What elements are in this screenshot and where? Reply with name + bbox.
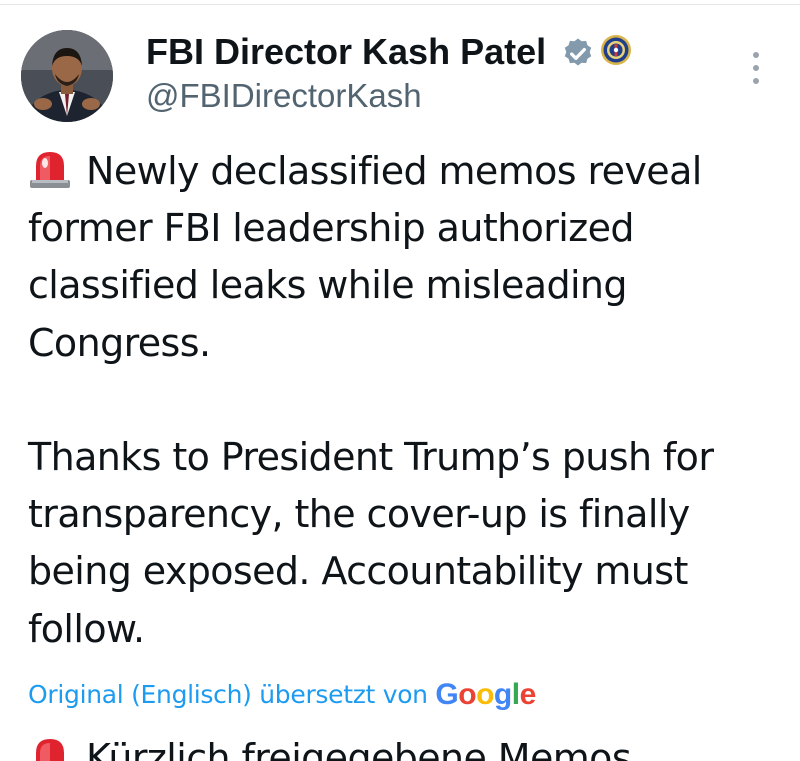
tweet-text-line: Thanks to President Trump’s push for <box>28 434 714 479</box>
tweet-text: Newly declassified memos reveal former F… <box>28 143 788 658</box>
tweet-text-line: transparency, the cover-up is finally <box>28 492 690 537</box>
translation-label: Original (Englisch) übersetzt von <box>28 680 428 709</box>
translation-attribution-link[interactable]: Original (Englisch) übersetzt von Google <box>28 677 536 713</box>
siren-icon <box>30 152 70 188</box>
avatar-image <box>21 30 113 122</box>
google-logo: Google <box>435 678 536 711</box>
tweet-text-line: being exposed. Accountability must <box>28 549 688 594</box>
verified-badge-icon <box>564 38 592 66</box>
tweet-text-line <box>28 372 788 429</box>
more-options-button[interactable] <box>742 48 770 88</box>
author-display-name[interactable]: FBI Director Kash Patel <box>146 30 546 74</box>
translated-tweet-text: Kürzlich freigegebene Memos <box>28 730 632 761</box>
author-handle[interactable]: @FBIDirectorKash <box>146 76 422 116</box>
tweet-text-line: follow. <box>28 606 145 651</box>
more-vertical-icon <box>753 52 759 58</box>
avatar[interactable] <box>21 30 113 122</box>
top-divider <box>0 4 800 5</box>
fbi-seal-icon <box>601 35 631 65</box>
tweet-text-line: classified leaks while misleading <box>28 263 628 308</box>
siren-icon <box>36 739 64 761</box>
tweet-text-line: Congress. <box>28 320 211 365</box>
tweet-text-line: former FBI leadership authorized <box>28 206 635 251</box>
tweet-text-line: Newly declassified memos reveal <box>28 143 788 200</box>
